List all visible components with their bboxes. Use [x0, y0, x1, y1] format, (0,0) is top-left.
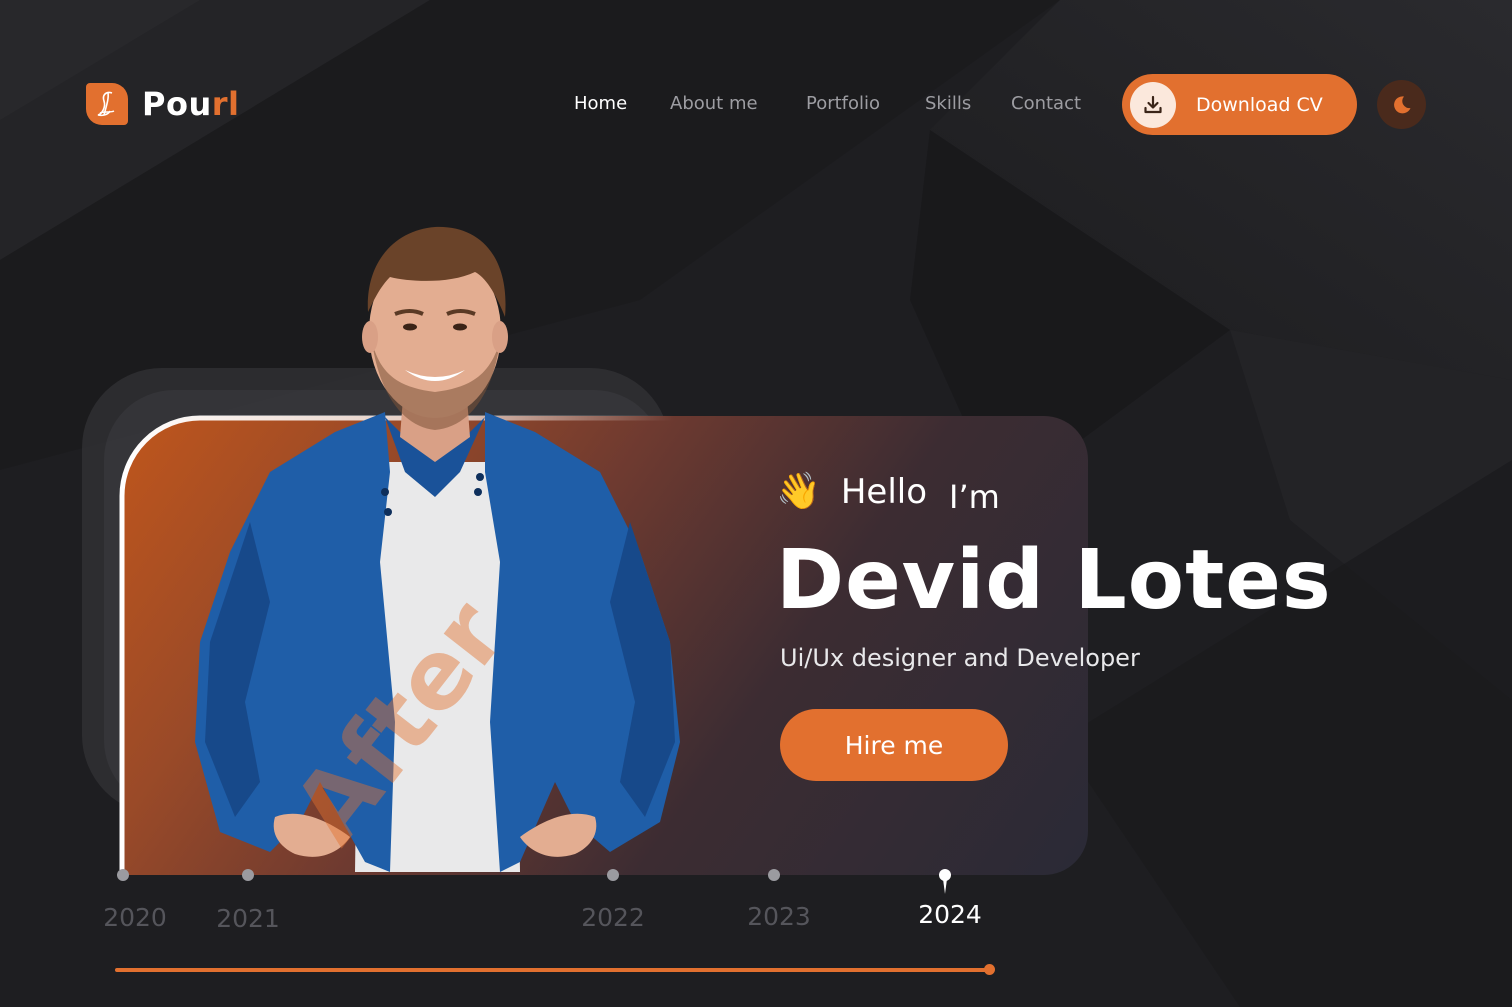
moon-icon — [1393, 95, 1410, 113]
hello-text: Hello — [840, 472, 928, 512]
download-icon — [1130, 81, 1176, 128]
timeline-dot-2020[interactable] — [117, 869, 129, 881]
nav-item-home[interactable]: Home — [574, 93, 627, 114]
profile-photo: After — [195, 226, 680, 872]
im-text: I’m — [949, 478, 1000, 516]
logo[interactable]: Pourl — [86, 83, 239, 125]
timeline-pin-icon[interactable] — [937, 867, 953, 895]
theme-toggle-button[interactable] — [1377, 80, 1426, 129]
wave-icon: 👋 — [776, 471, 821, 512]
timeline-dot-2023[interactable] — [768, 869, 780, 881]
logo-text-start: Pou — [142, 85, 212, 123]
timeline-progress-handle[interactable] — [984, 964, 995, 975]
download-cv-button[interactable]: Download CV — [1122, 74, 1357, 135]
timeline-year-2023[interactable]: 2023 — [747, 902, 811, 931]
timeline-dot-2021[interactable] — [242, 869, 254, 881]
logo-mark-icon — [86, 83, 128, 125]
timeline-year-2021[interactable]: 2021 — [216, 904, 280, 933]
hero-name: Devid Lotes — [776, 533, 1332, 628]
greeting: 👋 Hello I’m — [776, 468, 1000, 516]
timeline-dot-2022[interactable] — [607, 869, 619, 881]
hire-me-button[interactable]: Hire me — [780, 709, 1008, 781]
nav-item-contact[interactable]: Contact — [1011, 93, 1081, 114]
logo-text-accent: rl — [211, 85, 240, 123]
logo-text: Pourl — [142, 85, 239, 123]
nav-item-skills[interactable]: Skills — [925, 93, 971, 114]
timeline-year-2022[interactable]: 2022 — [581, 903, 645, 932]
nav-item-portfolio[interactable]: Portfolio — [806, 93, 880, 114]
download-cv-label: Download CV — [1196, 93, 1323, 116]
timeline-year-2024[interactable]: 2024 — [918, 900, 982, 929]
hero-role: Ui/Ux designer and Developer — [780, 644, 1140, 672]
timeline-progress — [115, 968, 990, 972]
nav-item-about[interactable]: About me — [670, 93, 758, 114]
timeline-year-2020[interactable]: 2020 — [103, 903, 167, 932]
